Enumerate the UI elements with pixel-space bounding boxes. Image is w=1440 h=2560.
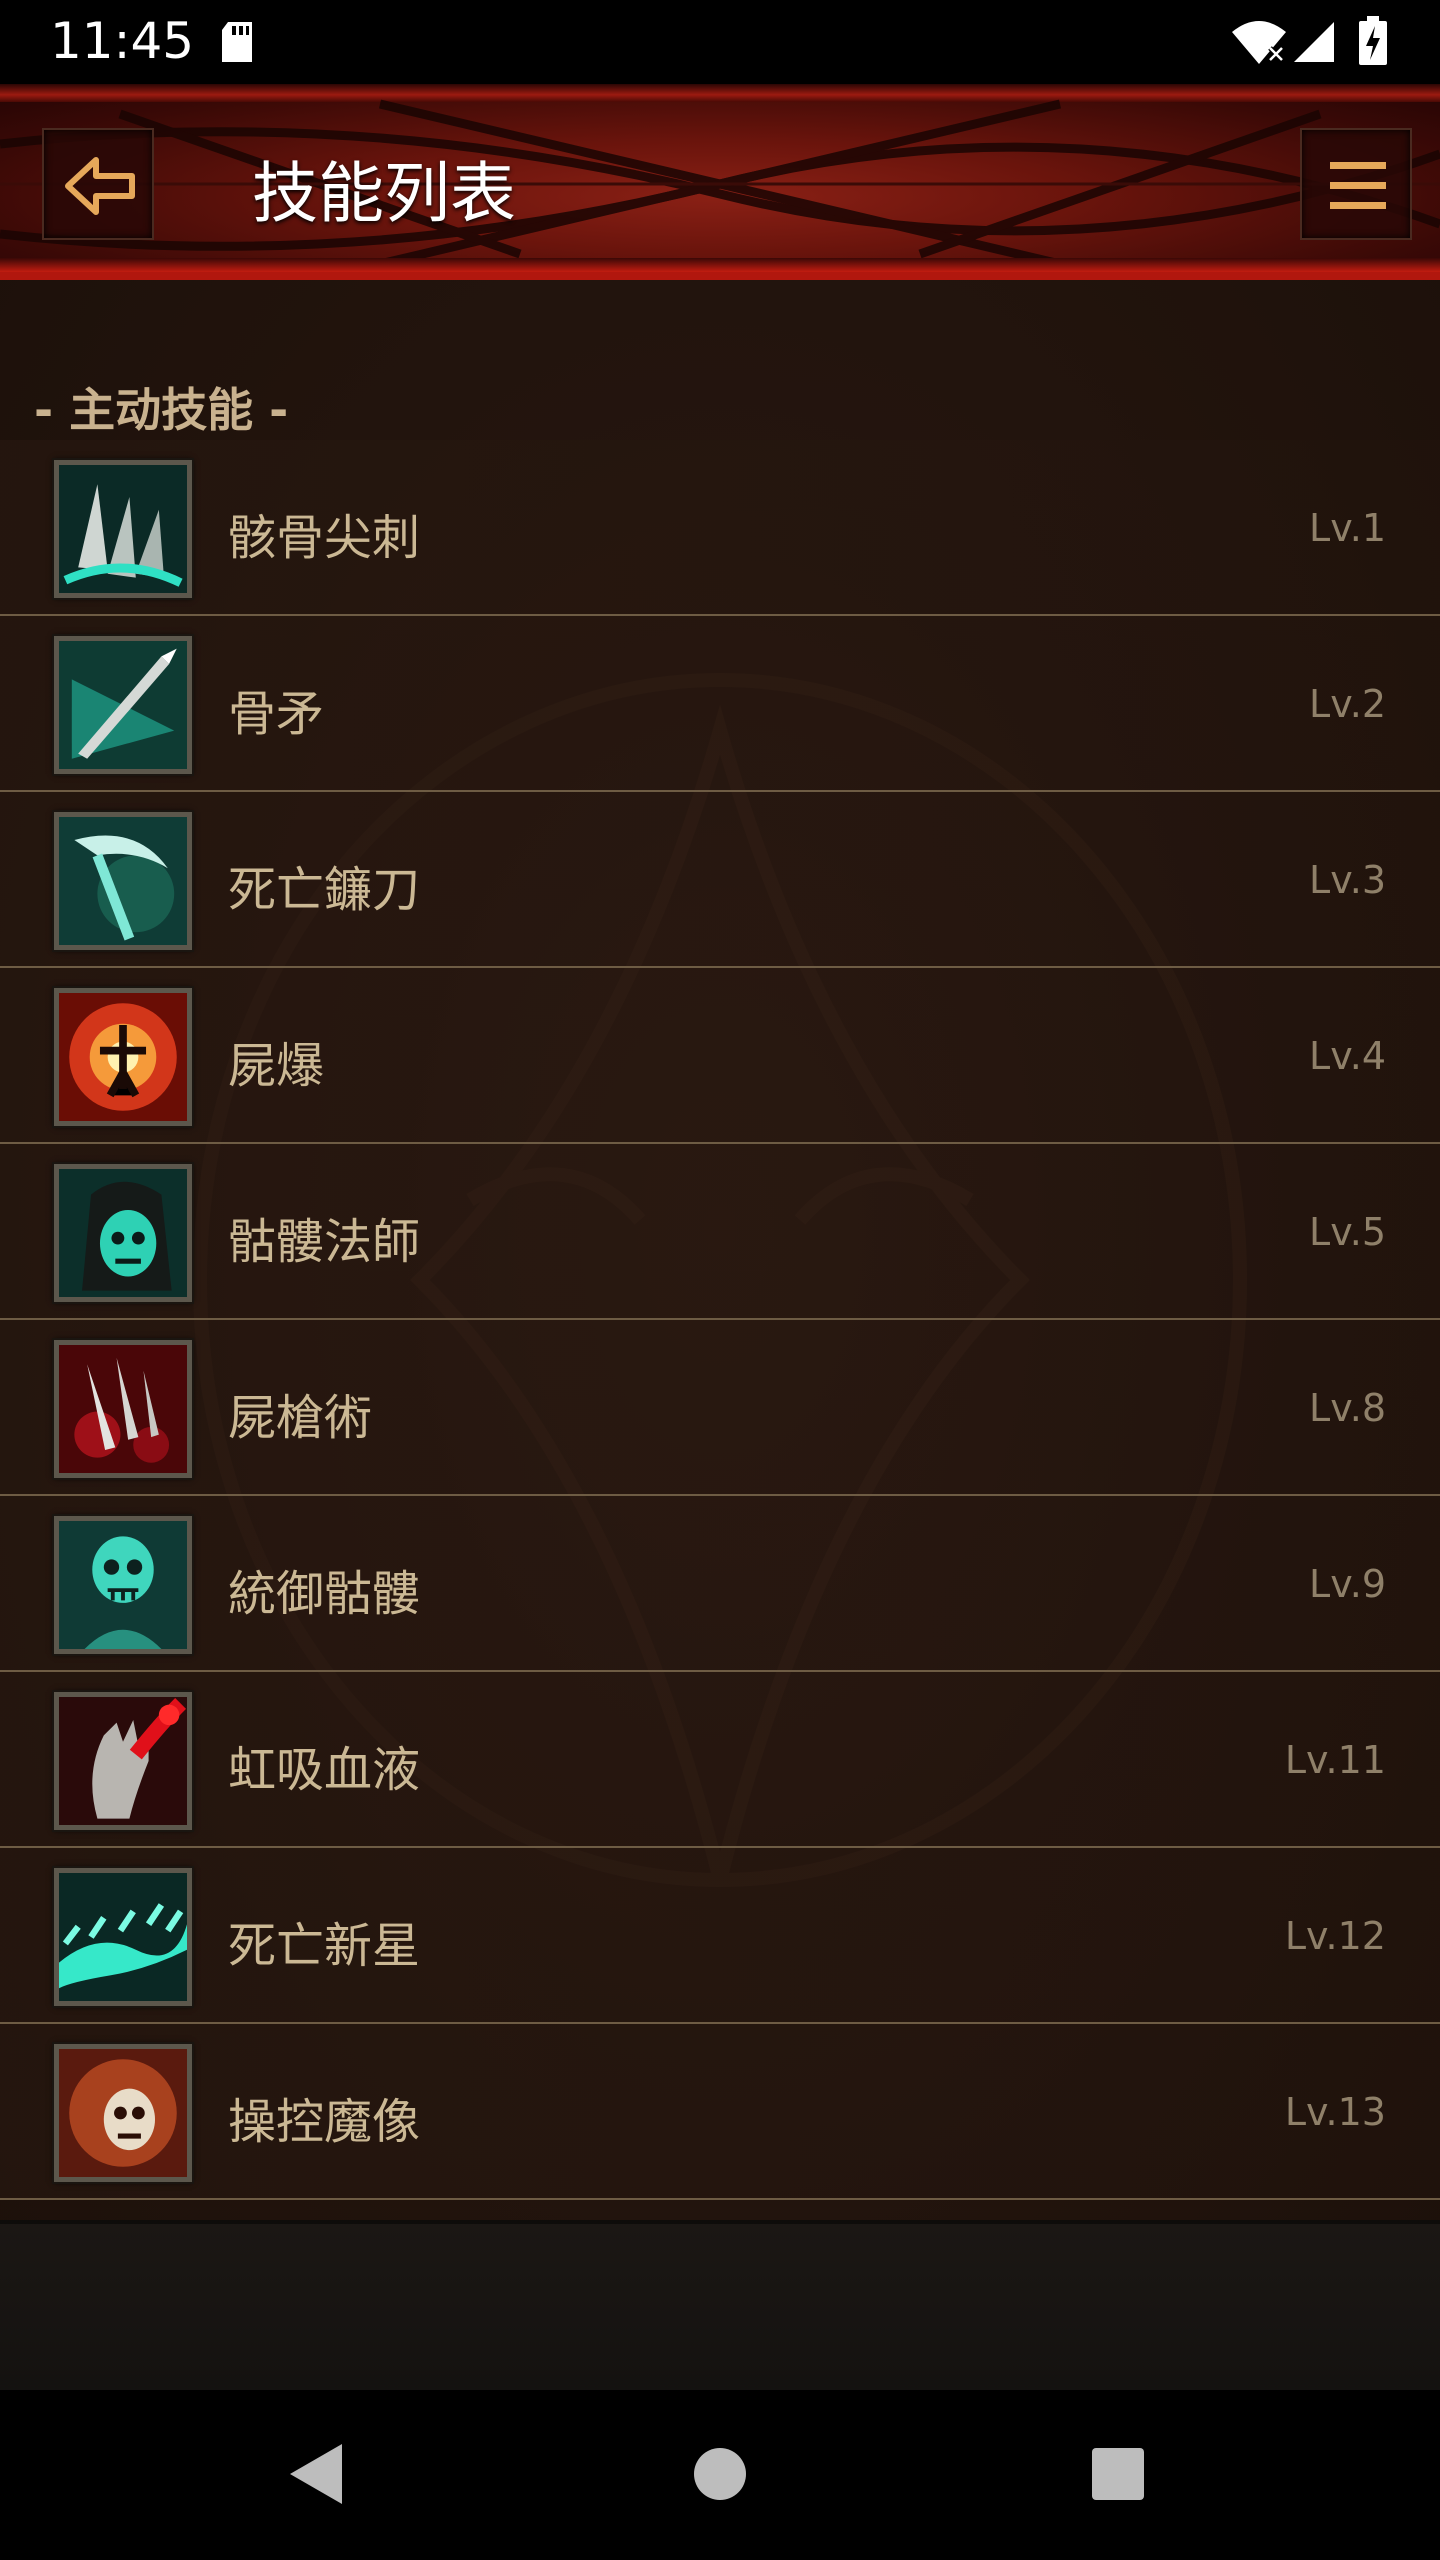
skill-row-command-skeletons[interactable]: 統御骷髏 Lv.9 xyxy=(0,1496,1440,1672)
skill-name: 死亡新星 xyxy=(228,1918,421,1974)
command-golem-icon xyxy=(52,2042,194,2184)
back-button[interactable] xyxy=(42,128,154,240)
app-bar-trim-bottom xyxy=(0,258,1440,272)
skill-name: 屍槍術 xyxy=(228,1390,373,1446)
skill-row-bone-spikes[interactable]: 骸骨尖刺 Lv.1 xyxy=(0,440,1440,616)
skill-name: 統御骷髏 xyxy=(228,1566,421,1622)
hamburger-menu-icon xyxy=(1330,162,1386,209)
skill-name: 虹吸血液 xyxy=(228,1742,421,1798)
command-skeletons-icon xyxy=(52,1514,194,1656)
skill-row-corpse-explosion[interactable]: 屍爆 Lv.4 xyxy=(0,968,1440,1144)
skill-row-siphon-blood[interactable]: 虹吸血液 Lv.11 xyxy=(0,1672,1440,1848)
skill-row-bone-spear[interactable]: 骨矛 Lv.2 xyxy=(0,616,1440,792)
skill-level: Lv.3 xyxy=(1309,858,1386,902)
battery-charging-icon xyxy=(1359,16,1387,65)
status-bar: 11:45 xyxy=(0,0,1440,84)
skill-level: Lv.12 xyxy=(1284,1914,1386,1958)
skill-level: Lv.4 xyxy=(1309,1034,1386,1078)
siphon-blood-icon xyxy=(52,1690,194,1832)
bone-spear-icon xyxy=(52,634,194,776)
skill-name: 骷髏法師 xyxy=(228,1214,421,1270)
app-bar-ornament xyxy=(0,99,1440,269)
back-arrow-icon xyxy=(65,157,135,215)
skill-level: Lv.8 xyxy=(1309,1386,1386,1430)
skill-name: 操控魔像 xyxy=(228,2094,421,2150)
nav-home-icon[interactable] xyxy=(692,2446,748,2502)
nav-recents-icon[interactable] xyxy=(1090,2446,1146,2502)
skill-level: Lv.11 xyxy=(1284,1738,1386,1782)
skill-name: 骸骨尖刺 xyxy=(228,510,421,566)
death-nova-icon xyxy=(52,1866,194,2008)
section-header-active-skills: - 主动技能 - xyxy=(34,383,289,437)
system-nav-bar xyxy=(0,2390,1440,2560)
signal-icon xyxy=(1294,22,1334,62)
wifi-icon xyxy=(1232,21,1286,64)
skeletal-mage-icon xyxy=(52,1162,194,1304)
bone-spikes-icon xyxy=(52,458,194,600)
skill-level: Lv.2 xyxy=(1309,682,1386,726)
skill-name: 死亡鐮刀 xyxy=(228,862,421,918)
skill-row-corpse-lance[interactable]: 屍槍術 Lv.8 xyxy=(0,1320,1440,1496)
corpse-lance-icon xyxy=(52,1338,194,1480)
content-footer xyxy=(0,2220,1440,2390)
skill-name: 骨矛 xyxy=(228,686,325,742)
sd-card-icon xyxy=(222,22,252,62)
status-time: 11:45 xyxy=(50,12,195,70)
skill-level: Lv.5 xyxy=(1309,1210,1386,1254)
skill-list: 骸骨尖刺 Lv.1 骨矛 Lv.2 死亡鐮刀 Lv.3 屍爆 Lv.4 骷髏法師… xyxy=(0,440,1440,2200)
nav-back-icon[interactable] xyxy=(286,2440,346,2508)
grim-scythe-icon xyxy=(52,810,194,952)
corpse-explosion-icon xyxy=(52,986,194,1128)
skill-list-panel: - 主动技能 - 骸骨尖刺 Lv.1 骨矛 Lv.2 死亡鐮刀 Lv.3 屍爆 … xyxy=(0,280,1440,2390)
skill-level: Lv.13 xyxy=(1284,2090,1386,2134)
skill-level: Lv.9 xyxy=(1309,1562,1386,1606)
page-title: 技能列表 xyxy=(252,155,516,232)
menu-button[interactable] xyxy=(1300,128,1412,240)
app-bar: 技能列表 xyxy=(0,84,1440,280)
skill-row-grim-scythe[interactable]: 死亡鐮刀 Lv.3 xyxy=(0,792,1440,968)
skill-level: Lv.1 xyxy=(1309,506,1386,550)
skill-row-death-nova[interactable]: 死亡新星 Lv.12 xyxy=(0,1848,1440,2024)
skill-name: 屍爆 xyxy=(228,1038,325,1094)
skill-row-command-golem[interactable]: 操控魔像 Lv.13 xyxy=(0,2024,1440,2200)
skill-row-skeletal-mage[interactable]: 骷髏法師 Lv.5 xyxy=(0,1144,1440,1320)
